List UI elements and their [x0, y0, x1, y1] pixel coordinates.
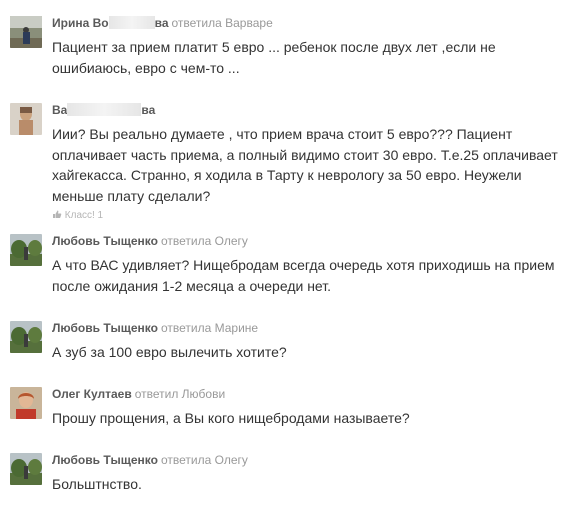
avatar[interactable]: [10, 453, 42, 485]
author-name[interactable]: Любовь Тыщенко: [52, 234, 158, 248]
avatar[interactable]: [10, 387, 42, 419]
thumb-up-icon: [53, 210, 62, 218]
comment-meta: Любовь Тыщенко ответила Марине: [52, 321, 566, 336]
author-name[interactable]: Олег Култаев: [52, 387, 132, 401]
author-name[interactable]: Ва ва: [52, 103, 155, 117]
avatar[interactable]: [10, 321, 42, 353]
comment-body: Ирина Во ва ответила Варваре Пациент за пр…: [52, 16, 566, 78]
reply-to-link[interactable]: ответила Варваре: [172, 16, 273, 30]
comment-meta: Ирина Во ва ответила Варваре: [52, 16, 566, 31]
like-label: Класс! 1: [64, 210, 104, 221]
comment-meta: Любовь Тыщенко ответила Олегу: [52, 234, 566, 249]
redacted-name-blur: [108, 16, 155, 29]
avatar[interactable]: [10, 234, 42, 266]
avatar-photo-icon: [10, 234, 42, 266]
comment-text: Больштнство.: [52, 476, 142, 492]
reply-to-link[interactable]: ответила Марине: [161, 321, 258, 335]
avatar-photo-icon: [10, 387, 42, 419]
comment-meta: Любовь Тыщенко ответила Олегу: [52, 453, 566, 468]
comment-text: Прошу прощения, а Вы кого нищебродами на…: [52, 410, 410, 426]
avatar-photo-icon: [10, 16, 42, 48]
avatar-photo-icon: [10, 103, 42, 135]
comment-meta: Ва ва: [52, 103, 566, 118]
comment-text: Пациент за прием платит 5 евро ... ребен…: [52, 39, 496, 76]
reply-to-link[interactable]: ответил Любови: [135, 387, 225, 401]
redacted-name-blur: [67, 103, 142, 116]
reply-to-link[interactable]: ответила Олегу: [161, 453, 248, 467]
comment-body: Ва ва Иии? Вы реально думаете , что прием…: [52, 103, 566, 221]
comment-meta: Олег Култаев ответил Любови: [52, 387, 566, 402]
comment-body: Любовь Тыщенко ответила Марине А зуб за 1…: [52, 321, 566, 363]
avatar-photo-icon: [10, 321, 42, 353]
reply-to-link[interactable]: ответила Олегу: [161, 234, 248, 248]
comment-text: А зуб за 100 евро вылечить хотите?: [52, 344, 287, 360]
comment-text: А что ВАС удивляет? Нищебродам всегда оч…: [52, 257, 555, 294]
author-name[interactable]: Любовь Тыщенко: [52, 453, 158, 467]
comment-text: Иии? Вы реально думаете , что прием врач…: [52, 126, 558, 204]
avatar-photo-icon: [10, 453, 42, 485]
comment-body: Олег Култаев ответил Любови Прошу прощени…: [52, 387, 566, 429]
comment-body: Любовь Тыщенко ответила Олегу Больштнство…: [52, 453, 566, 495]
author-name[interactable]: Ирина Во ва: [52, 16, 169, 30]
avatar[interactable]: [10, 103, 42, 135]
comment-body: Любовь Тыщенко ответила Олегу А что ВАС у…: [52, 234, 566, 296]
like-counter[interactable]: Класс! 1: [52, 209, 566, 221]
avatar[interactable]: [10, 16, 42, 48]
author-name[interactable]: Любовь Тыщенко: [52, 321, 158, 335]
